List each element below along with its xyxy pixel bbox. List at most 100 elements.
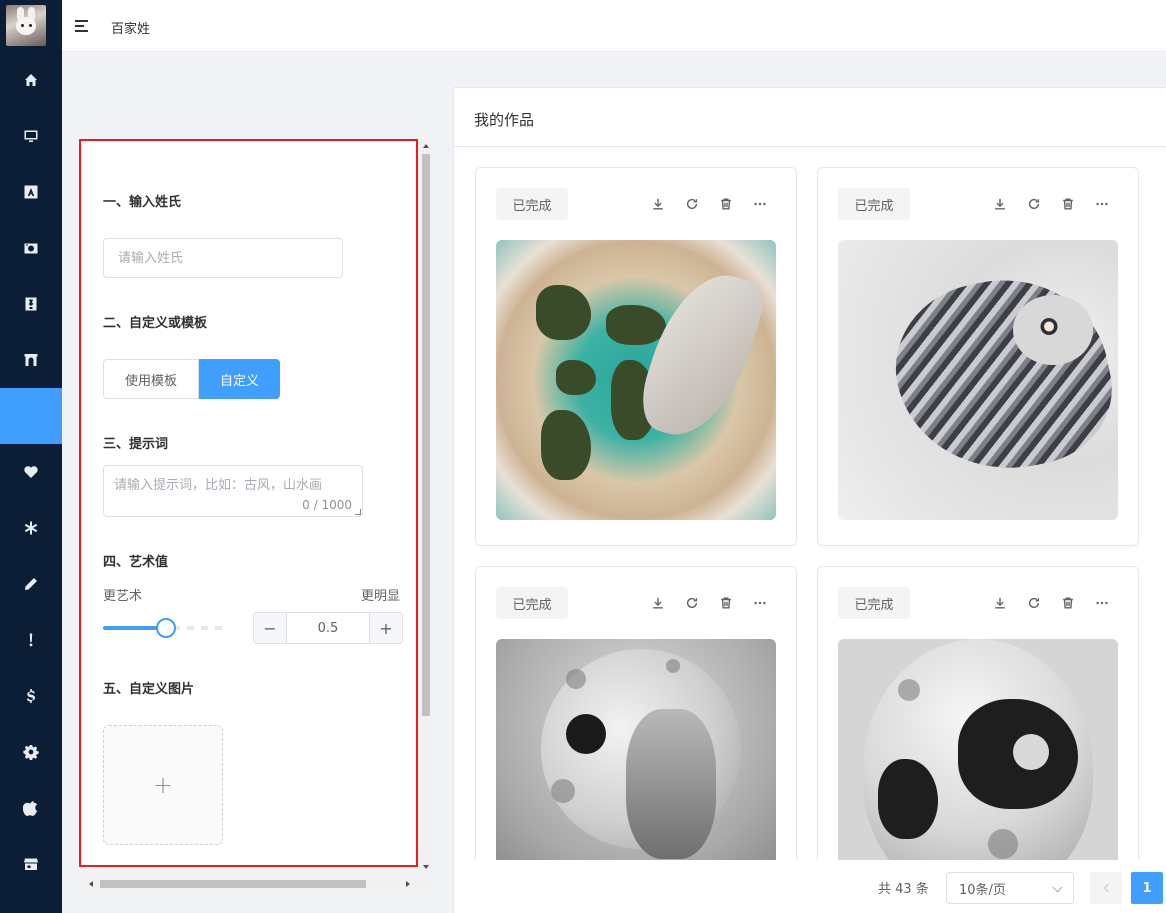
work-card: 已完成 [475, 167, 797, 546]
work-card: 已完成 [817, 566, 1139, 860]
nav-camera[interactable] [0, 220, 62, 276]
more-icon[interactable] [1094, 595, 1110, 611]
art-value-stepper: − 0.5 + [253, 612, 403, 644]
custom-button[interactable]: 自定义 [199, 359, 280, 399]
page-size-select[interactable]: 10条/页 [946, 872, 1074, 904]
refresh-icon[interactable] [684, 196, 700, 212]
apple-icon [23, 801, 38, 816]
use-template-button[interactable]: 使用模板 [103, 359, 199, 399]
prev-page-button[interactable] [1090, 872, 1122, 904]
nav-store[interactable] [0, 836, 62, 892]
trash-icon[interactable] [718, 196, 734, 212]
gear-icon [23, 745, 39, 760]
exclamation-icon [29, 633, 33, 647]
home-icon [25, 74, 37, 86]
prompt-field: 0 / 1000 [103, 465, 363, 517]
artwork-image[interactable] [838, 639, 1118, 860]
heart-icon [24, 466, 38, 478]
nav-archway[interactable] [0, 332, 62, 388]
pencil-icon [25, 578, 37, 590]
nav-certificate[interactable] [0, 276, 62, 332]
works-title: 我的作品 [474, 111, 535, 129]
download-icon[interactable] [650, 595, 666, 611]
image-upload-area[interactable]: + [103, 725, 223, 845]
slider-stop [215, 626, 222, 630]
step4-title: 四、艺术值 [103, 555, 169, 570]
more-icon[interactable] [752, 595, 768, 611]
store-icon [24, 858, 38, 870]
status-badge: 已完成 [838, 188, 910, 220]
refresh-icon[interactable] [684, 595, 700, 611]
card-actions [992, 595, 1110, 611]
nav-apple[interactable] [0, 780, 62, 836]
monitor-icon [24, 130, 38, 142]
page-size-value: 10条/页 [959, 882, 1006, 898]
decrease-button[interactable]: − [254, 613, 287, 643]
total-count: 共 43 条 [878, 882, 929, 897]
more-clear-label: 更明显 [361, 589, 401, 604]
work-card: 已完成 [817, 167, 1139, 546]
art-value-slider[interactable] [103, 618, 223, 638]
more-icon[interactable] [1094, 196, 1110, 212]
page-number-current[interactable]: 1 [1131, 872, 1163, 904]
nav-edit[interactable] [0, 556, 62, 612]
breadcrumb[interactable]: 百家姓 [111, 18, 150, 37]
avatar[interactable] [6, 5, 46, 46]
card-actions [650, 595, 768, 611]
archway-icon [24, 354, 38, 366]
trash-icon[interactable] [1060, 196, 1076, 212]
form-vertical-scrollbar[interactable] [420, 140, 432, 871]
nav-home[interactable] [0, 52, 62, 108]
step5-title: 五、自定义图片 [103, 682, 195, 697]
side-nav [0, 0, 62, 913]
chevron-left-icon [1103, 883, 1112, 893]
my-works-panel: 我的作品 已完成 已完成 已完成 已完成 共 43 条 10条/页 1 [453, 87, 1166, 913]
resize-grip-icon[interactable] [355, 509, 361, 515]
font-a-icon [24, 185, 38, 199]
artwork-image[interactable] [496, 639, 776, 860]
refresh-icon[interactable] [1026, 595, 1042, 611]
artwork-image[interactable] [496, 240, 776, 520]
certificate-icon [25, 297, 37, 311]
more-icon[interactable] [752, 196, 768, 212]
nav-alert[interactable] [0, 612, 62, 668]
step1-title: 一、输入姓氏 [103, 195, 182, 210]
nav-settings[interactable] [0, 724, 62, 780]
nav-favorites[interactable] [0, 444, 62, 500]
plus-icon: + [152, 771, 174, 799]
nav-active-item[interactable] [0, 388, 62, 444]
asterisk-icon [24, 521, 38, 535]
works-grid: 已完成 已完成 已完成 已完成 [454, 147, 1166, 860]
nav-asterisk[interactable] [0, 500, 62, 556]
increase-button[interactable]: + [369, 613, 402, 643]
slider-stop [201, 626, 208, 630]
surname-input[interactable] [103, 238, 343, 278]
form-horizontal-scrollbar[interactable] [84, 877, 432, 891]
refresh-icon[interactable] [1026, 196, 1042, 212]
prompt-char-count: 0 / 1000 [302, 498, 352, 512]
menu-toggle-icon[interactable] [75, 19, 89, 33]
artwork-image[interactable] [838, 240, 1118, 520]
download-icon[interactable] [650, 196, 666, 212]
art-value-input[interactable]: 0.5 [287, 613, 369, 643]
top-header: 百家姓 [62, 0, 1166, 52]
pagination: 共 43 条 10条/页 1 [454, 860, 1166, 913]
slider-handle[interactable] [156, 618, 176, 638]
download-icon[interactable] [992, 595, 1008, 611]
nav-monitor[interactable] [0, 108, 62, 164]
camera-icon [24, 243, 38, 254]
slider-stop [187, 626, 194, 630]
step3-title: 三、提示词 [103, 437, 169, 452]
status-badge: 已完成 [496, 188, 568, 220]
status-badge: 已完成 [496, 587, 568, 619]
download-icon[interactable] [992, 196, 1008, 212]
mode-toggle: 使用模板 自定义 [103, 359, 280, 399]
dollar-icon [26, 689, 35, 703]
nav-font[interactable] [0, 164, 62, 220]
trash-icon[interactable] [718, 595, 734, 611]
nav-payment[interactable] [0, 668, 62, 724]
more-art-label: 更艺术 [103, 589, 143, 604]
trash-icon[interactable] [1060, 595, 1076, 611]
step2-title: 二、自定义或模板 [103, 316, 208, 331]
work-card: 已完成 [475, 566, 797, 860]
